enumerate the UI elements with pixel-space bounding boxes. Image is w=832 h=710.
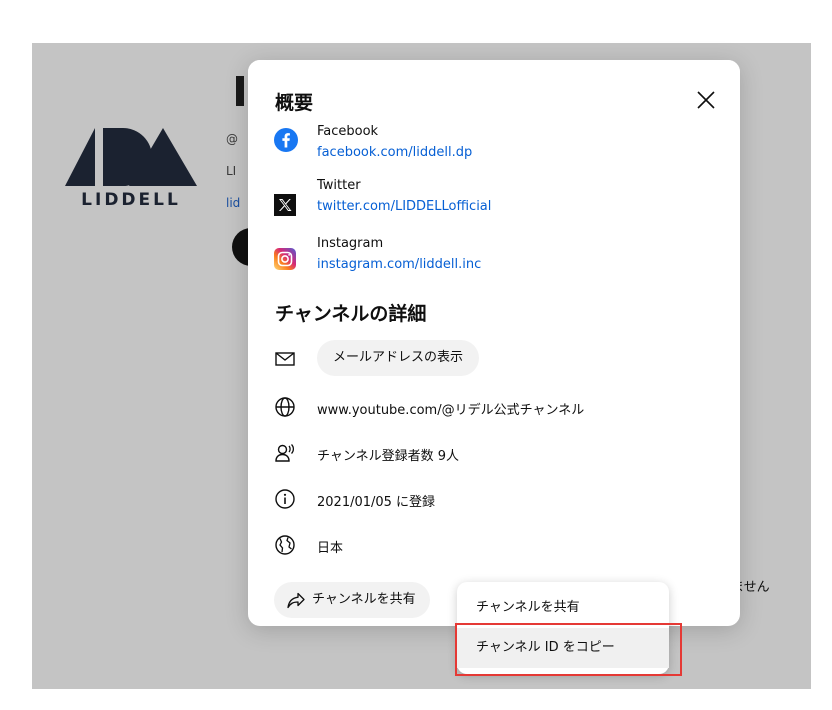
share-popup-menu: チャンネルを共有 チャンネル ID をコピー <box>457 582 669 674</box>
x-icon <box>274 194 298 218</box>
close-button[interactable] <box>694 88 718 112</box>
country-text: 日本 <box>317 541 344 556</box>
link-name: Twitter <box>317 178 361 193</box>
details-section-title: チャンネルの詳細 <box>275 303 427 325</box>
instagram-link[interactable]: instagram.com/liddell.inc <box>317 257 481 272</box>
info-icon <box>274 488 296 510</box>
menu-item-copy-channel-id[interactable]: チャンネル ID をコピー <box>457 628 669 668</box>
subscriber-count-text: チャンネル登録者数 9人 <box>317 449 460 464</box>
bg-title-fragment <box>236 76 244 106</box>
menu-item-share-channel[interactable]: チャンネルを共有 <box>457 588 669 628</box>
bg-text-fragment: LI <box>226 164 237 178</box>
channel-url-text[interactable]: www.youtube.com/@リデル公式チャンネル <box>317 399 584 418</box>
facebook-link[interactable]: facebook.com/liddell.dp <box>317 145 472 160</box>
link-name: Facebook <box>317 124 379 139</box>
about-dialog: 概要 Facebook facebook.com/liddell.dp Twit… <box>248 60 740 626</box>
channel-logo: LIDDELL <box>65 128 197 216</box>
facebook-icon <box>274 128 298 152</box>
mail-icon <box>274 348 296 370</box>
detail-row-country: 日本 <box>274 530 714 562</box>
liddell-logo-icon <box>65 128 197 186</box>
globe-icon <box>274 396 296 418</box>
twitter-link[interactable]: twitter.com/LIDDELLofficial <box>317 199 491 214</box>
share-channel-button[interactable]: チャンネルを共有 <box>274 582 430 618</box>
close-icon <box>697 91 715 109</box>
share-button-label: チャンネルを共有 <box>312 592 416 607</box>
link-row-twitter: Twitter twitter.com/LIDDELLofficial <box>274 178 714 222</box>
bg-handle-fragment: @ <box>226 132 238 146</box>
link-row-instagram: Instagram instagram.com/liddell.inc <box>274 236 714 280</box>
share-icon <box>287 592 305 609</box>
joined-date-text: 2021/01/05 に登録 <box>317 495 436 510</box>
dialog-title: 概要 <box>275 88 322 115</box>
detail-row-url: www.youtube.com/@リデル公式チャンネル <box>274 392 714 424</box>
logo-text: LIDDELL <box>81 190 181 210</box>
dialog-title-bar <box>248 60 740 120</box>
globe-location-icon <box>274 534 296 556</box>
instagram-icon <box>274 248 298 272</box>
subscribers-icon <box>274 442 296 464</box>
detail-row-subscribers: チャンネル登録者数 9人 <box>274 438 714 470</box>
bg-link-fragment: lid <box>226 196 241 210</box>
detail-row-joined: 2021/01/05 に登録 <box>274 484 714 516</box>
link-name: Instagram <box>317 236 384 251</box>
show-email-button[interactable]: メールアドレスの表示 <box>317 340 480 376</box>
link-row-facebook: Facebook facebook.com/liddell.dp <box>274 124 714 168</box>
